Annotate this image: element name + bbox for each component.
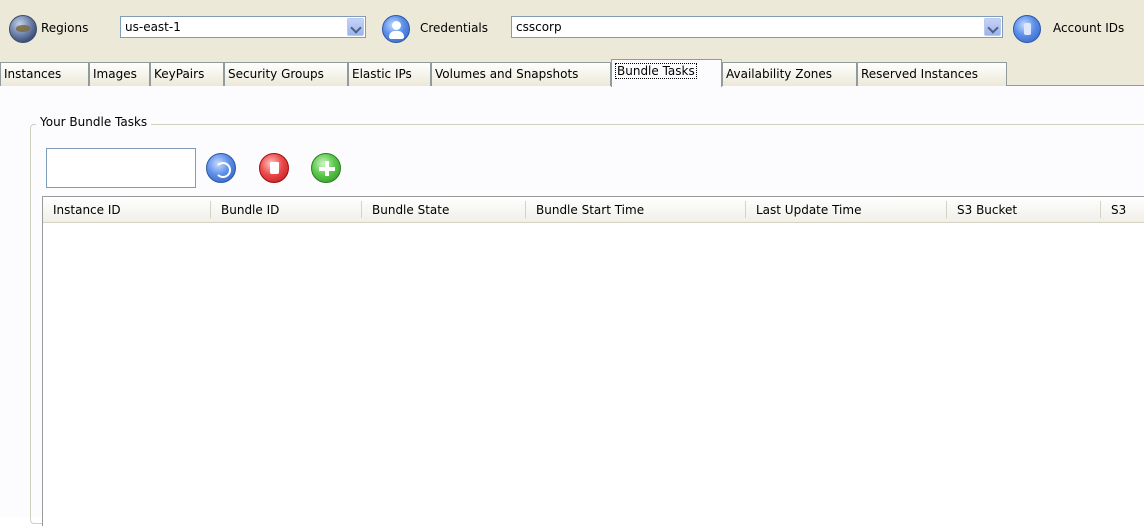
tab-label: KeyPairs — [154, 67, 205, 81]
column-header-bundle-id[interactable]: Bundle ID — [211, 197, 361, 222]
tab-volumes-and-snapshots[interactable]: Volumes and Snapshots — [431, 62, 611, 86]
regions-label: Regions — [41, 21, 89, 35]
delete-icon[interactable] — [259, 153, 289, 183]
search-input[interactable] — [46, 148, 196, 188]
credentials-select-value: csscorp — [516, 20, 562, 34]
column-header-instance-id[interactable]: Instance ID — [43, 197, 210, 222]
tab-images[interactable]: Images — [89, 62, 150, 86]
tab-instances[interactable]: Instances — [0, 62, 89, 86]
account-ids-label[interactable]: Account IDs — [1053, 21, 1124, 35]
bundle-tasks-panel: Your Bundle Tasks Instance ID Bundle ID … — [0, 86, 1144, 526]
group-title: Your Bundle Tasks — [36, 114, 152, 130]
table-header: Instance ID Bundle ID Bundle State Bundl… — [43, 197, 1144, 223]
column-header-bundle-start-time[interactable]: Bundle Start Time — [526, 197, 745, 222]
tab-label: Instances — [4, 67, 62, 81]
column-header-s3-prefix[interactable]: S3 — [1101, 197, 1144, 222]
chevron-down-icon[interactable] — [984, 18, 1001, 36]
column-header-bundle-state[interactable]: Bundle State — [362, 197, 525, 222]
column-header-last-update-time[interactable]: Last Update Time — [746, 197, 946, 222]
refresh-icon[interactable] — [206, 153, 236, 183]
top-toolbar: Regions us-east-1 Credentials csscorp Ac… — [0, 0, 1144, 60]
tab-reserved-instances[interactable]: Reserved Instances — [857, 62, 1007, 86]
bundle-tasks-table: Instance ID Bundle ID Bundle State Bundl… — [42, 196, 1144, 526]
tab-availability-zones[interactable]: Availability Zones — [722, 62, 857, 86]
tab-label: Bundle Tasks — [615, 63, 697, 79]
credentials-label: Credentials — [420, 21, 489, 35]
tab-security-groups[interactable]: Security Groups — [224, 62, 348, 86]
tab-bar: Instances Images KeyPairs Security Group… — [0, 58, 1144, 87]
add-icon[interactable] — [311, 153, 341, 183]
credentials-select[interactable]: csscorp — [511, 16, 1003, 38]
tab-bundle-tasks[interactable]: Bundle Tasks — [611, 59, 722, 87]
column-header-s3-bucket[interactable]: S3 Bucket — [947, 197, 1100, 222]
tab-keypairs[interactable]: KeyPairs — [150, 62, 224, 86]
tab-label: Images — [93, 67, 137, 81]
account-icon — [1013, 15, 1041, 43]
chevron-down-icon[interactable] — [347, 18, 364, 36]
tab-elastic-ips[interactable]: Elastic IPs — [348, 62, 431, 86]
user-icon — [382, 15, 410, 43]
region-select-value: us-east-1 — [125, 20, 181, 34]
tab-label: Elastic IPs — [352, 67, 412, 81]
tab-label: Volumes and Snapshots — [435, 67, 579, 81]
globe-icon — [9, 15, 37, 43]
tab-label: Availability Zones — [726, 67, 833, 81]
tab-label: Reserved Instances — [861, 67, 978, 81]
tab-label: Security Groups — [228, 67, 324, 81]
region-select[interactable]: us-east-1 — [120, 16, 366, 38]
